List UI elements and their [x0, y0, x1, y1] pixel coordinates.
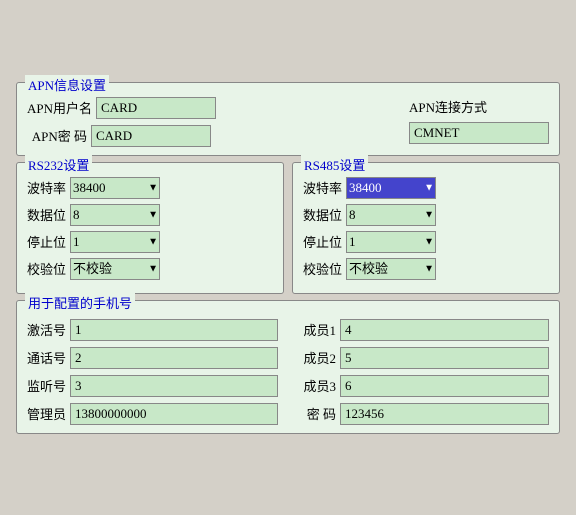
rs232-parity-label: 校验位 — [27, 259, 66, 278]
apn-connection-label: APN连接方式 — [409, 97, 487, 116]
apn-password-row: APN密 码 — [27, 125, 216, 147]
apn-username-row: APN用户名 — [27, 97, 216, 119]
rs232-title: RS232设置 — [25, 155, 92, 174]
rs232-parity-select[interactable]: 不校验 — [70, 258, 160, 280]
rs485-data-row: 数据位 8 ▼ — [303, 204, 549, 226]
rs485-stop-select[interactable]: 1 — [346, 231, 436, 253]
rs232-stop-select[interactable]: 1 — [70, 231, 160, 253]
phone-password-label: 密 码 — [298, 404, 336, 423]
rs485-data-select[interactable]: 8 — [346, 204, 436, 226]
member1-label: 成员1 — [298, 320, 336, 339]
rs232-baud-row: 波特率 38400 ▼ — [27, 177, 273, 199]
member1-input[interactable] — [340, 319, 549, 341]
rs232-baud-wrapper: 38400 ▼ — [70, 177, 160, 199]
phone-section-title: 用于配置的手机号 — [25, 293, 135, 312]
apn-section-title: APN信息设置 — [25, 75, 109, 94]
apn-password-input[interactable] — [91, 125, 211, 147]
member1-row: 成员1 — [298, 319, 549, 341]
rs232-data-label: 数据位 — [27, 205, 66, 224]
rs485-data-wrapper: 8 ▼ — [346, 204, 436, 226]
admin-input[interactable] — [70, 403, 278, 425]
monitor-row: 监听号 — [27, 375, 278, 397]
apn-left: APN用户名 APN密 码 — [27, 97, 216, 147]
member3-label: 成员3 — [298, 376, 336, 395]
rs232-baud-label: 波特率 — [27, 178, 66, 197]
member2-input[interactable] — [340, 347, 549, 369]
apn-section: APN信息设置 APN用户名 APN密 码 APN连接方式 — [16, 82, 560, 156]
main-container: APN信息设置 APN用户名 APN密 码 APN连接方式 RS232设置 波特… — [10, 76, 566, 440]
rs232-parity-row: 校验位 不校验 ▼ — [27, 258, 273, 280]
member2-label: 成员2 — [298, 348, 336, 367]
rs-container: RS232设置 波特率 38400 ▼ 数据位 8 ▼ — [16, 162, 560, 294]
member3-input[interactable] — [340, 375, 549, 397]
apn-username-label: APN用户名 — [27, 98, 92, 117]
rs232-stop-row: 停止位 1 ▼ — [27, 231, 273, 253]
rs485-stop-row: 停止位 1 ▼ — [303, 231, 549, 253]
apn-username-input[interactable] — [96, 97, 216, 119]
phone-grid: 激活号 成员1 通话号 成员2 监听号 成员3 — [27, 319, 549, 425]
rs485-baud-label: 波特率 — [303, 178, 342, 197]
apn-right: APN连接方式 — [409, 97, 549, 144]
member3-row: 成员3 — [298, 375, 549, 397]
call-label: 通话号 — [27, 348, 66, 367]
rs485-parity-row: 校验位 不校验 ▼ — [303, 258, 549, 280]
rs485-baud-select[interactable]: 38400 — [346, 177, 436, 199]
rs485-parity-wrapper: 不校验 ▼ — [346, 258, 436, 280]
activate-label: 激活号 — [27, 320, 66, 339]
rs485-section: RS485设置 波特率 38400 ▼ 数据位 8 ▼ — [292, 162, 560, 294]
apn-connection-input[interactable] — [409, 122, 549, 144]
rs232-data-wrapper: 8 ▼ — [70, 204, 160, 226]
rs485-stop-wrapper: 1 ▼ — [346, 231, 436, 253]
phone-password-row: 密 码 — [298, 403, 549, 425]
call-input[interactable] — [70, 347, 278, 369]
apn-password-label: APN密 码 — [27, 126, 87, 145]
rs232-data-row: 数据位 8 ▼ — [27, 204, 273, 226]
monitor-label: 监听号 — [27, 376, 66, 395]
rs232-data-select[interactable]: 8 — [70, 204, 160, 226]
rs232-section: RS232设置 波特率 38400 ▼ 数据位 8 ▼ — [16, 162, 284, 294]
rs485-parity-label: 校验位 — [303, 259, 342, 278]
activate-input[interactable] — [70, 319, 278, 341]
rs232-stop-label: 停止位 — [27, 232, 66, 251]
rs232-baud-select[interactable]: 38400 — [70, 177, 160, 199]
phone-section: 用于配置的手机号 激活号 成员1 通话号 成员2 监听号 — [16, 300, 560, 434]
admin-row: 管理员 — [27, 403, 278, 425]
call-row: 通话号 — [27, 347, 278, 369]
activate-row: 激活号 — [27, 319, 278, 341]
monitor-input[interactable] — [70, 375, 278, 397]
rs485-stop-label: 停止位 — [303, 232, 342, 251]
member2-row: 成员2 — [298, 347, 549, 369]
rs485-baud-row: 波特率 38400 ▼ — [303, 177, 549, 199]
rs485-title: RS485设置 — [301, 155, 368, 174]
rs485-baud-wrapper: 38400 ▼ — [346, 177, 436, 199]
admin-label: 管理员 — [27, 404, 66, 423]
rs485-parity-select[interactable]: 不校验 — [346, 258, 436, 280]
phone-password-input[interactable] — [340, 403, 549, 425]
rs232-parity-wrapper: 不校验 ▼ — [70, 258, 160, 280]
rs485-data-label: 数据位 — [303, 205, 342, 224]
rs232-stop-wrapper: 1 ▼ — [70, 231, 160, 253]
